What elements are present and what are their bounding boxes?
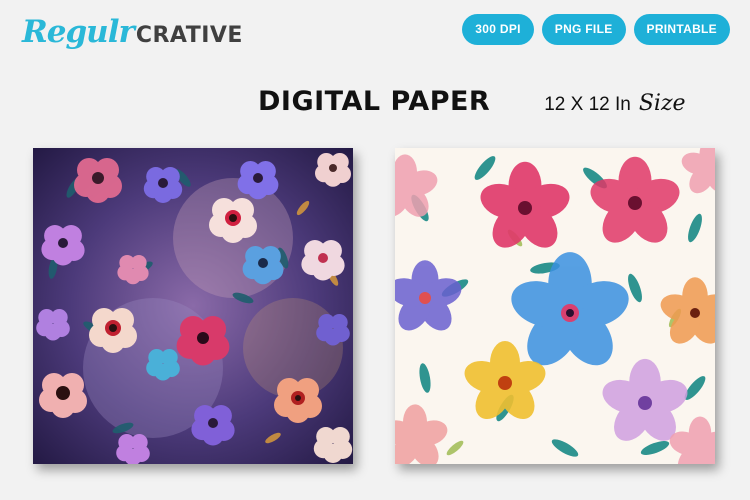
feature-badges: 300 DPI PNG FILE PRINTABLE — [462, 14, 730, 45]
brand-logo-bold: CRATIVE — [135, 23, 243, 48]
light-floral-paper-image — [395, 148, 715, 464]
badge-printable: PRINTABLE — [633, 14, 730, 45]
size-word: Size — [638, 91, 686, 116]
size-value: 12 X 12 In — [544, 94, 631, 115]
brand-logo: Regulr CRATIVE — [22, 14, 243, 50]
dark-floral-paper-image — [33, 148, 353, 464]
badge-dpi: 300 DPI — [462, 14, 534, 45]
heading-row: DIGITAL PAPER 12 X 12 In Size — [258, 86, 686, 117]
page-title: DIGITAL PAPER — [258, 86, 491, 117]
brand-logo-script: Regulr — [22, 14, 135, 50]
badge-png: PNG FILE — [541, 14, 626, 45]
